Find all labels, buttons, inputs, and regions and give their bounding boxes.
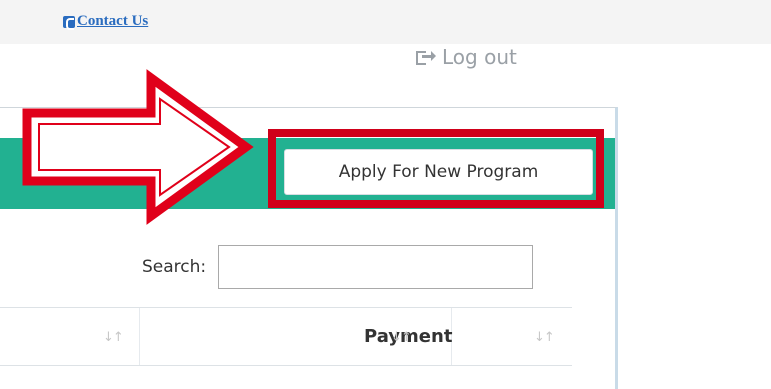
arrow-annotation-icon bbox=[22, 69, 254, 225]
